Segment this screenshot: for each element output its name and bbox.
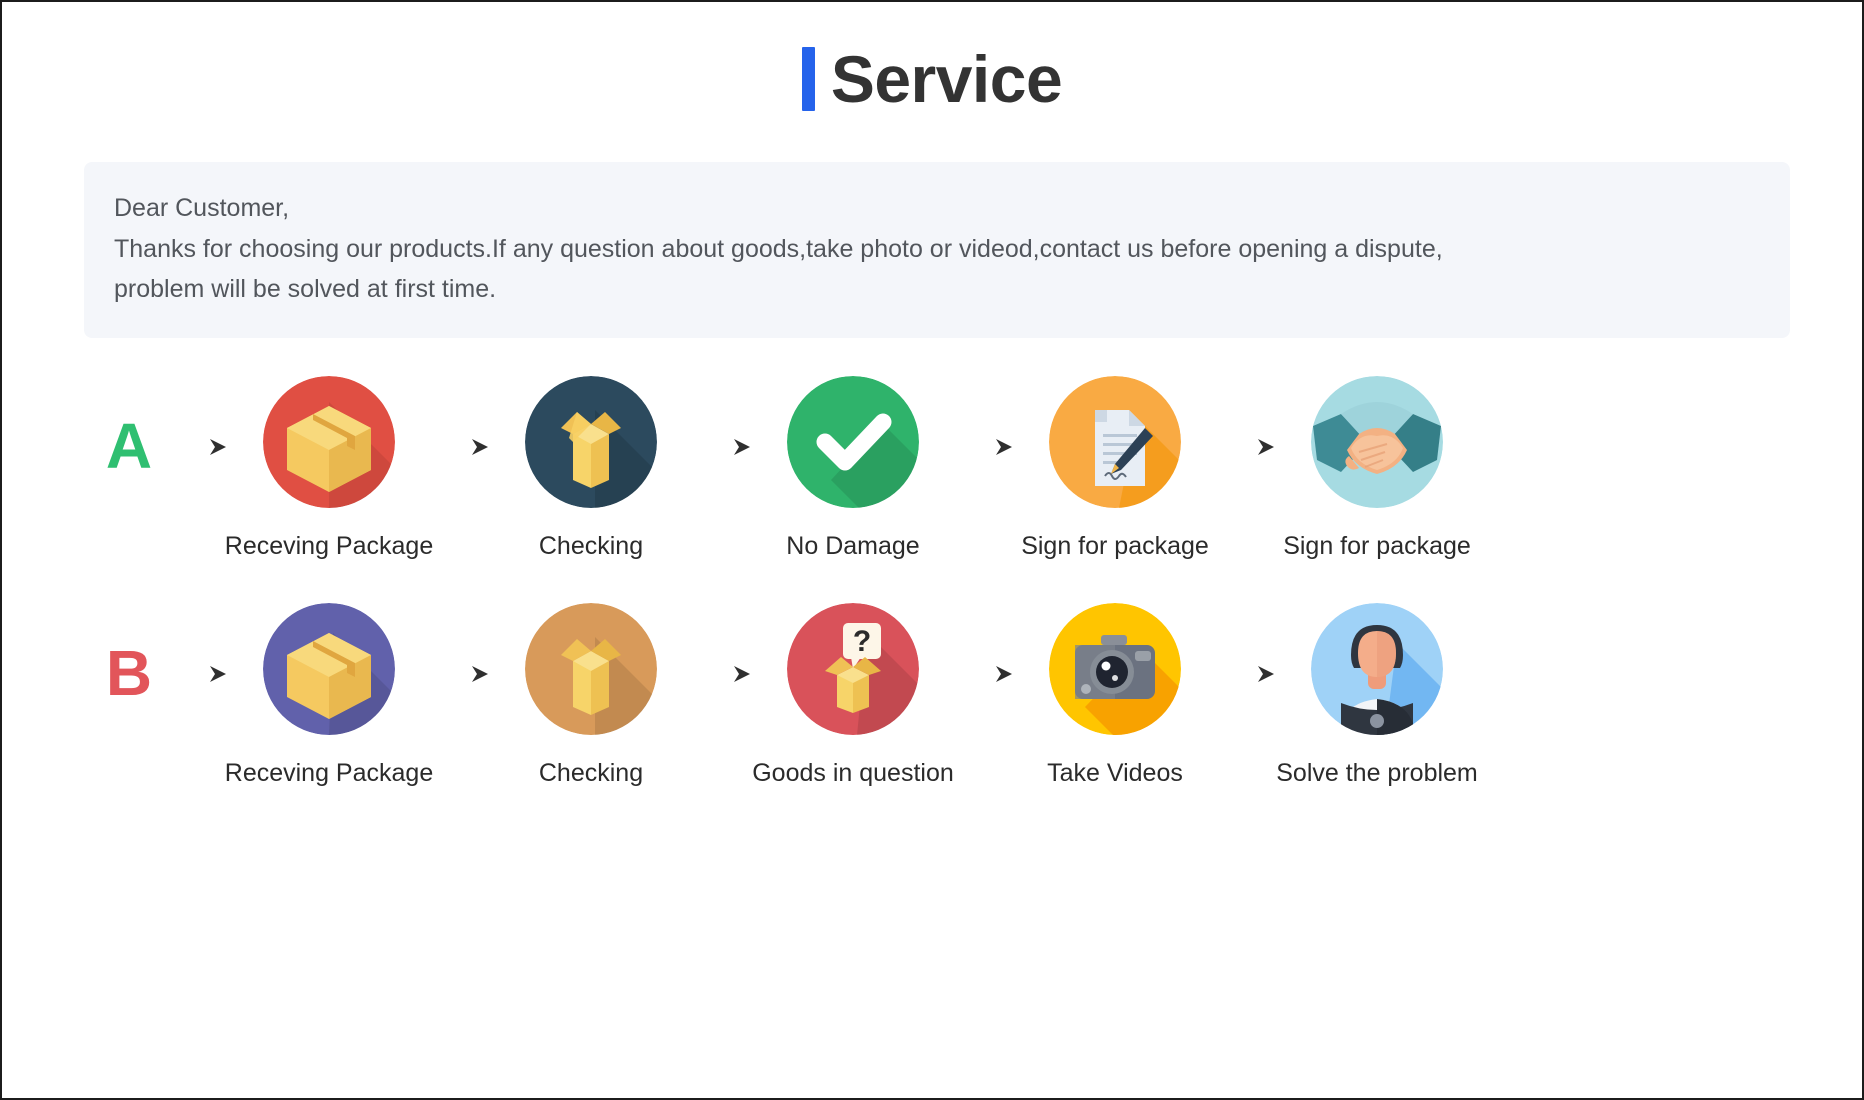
flow-row-a: A Receving Package Checking No Damage Si…: [2, 375, 1862, 561]
open-box-icon: [525, 602, 657, 735]
svg-text:?: ?: [853, 625, 871, 658]
page-title: Service: [2, 46, 1862, 112]
arrow-right-icon: [160, 661, 236, 687]
step-a-5[interactable]: Sign for package: [1283, 375, 1471, 561]
arrow-right-icon: [946, 661, 1022, 687]
service-page: Service Dear Customer, Thanks for choosi…: [0, 0, 1864, 1100]
arrow-right-icon: [946, 434, 1022, 460]
document-pen-icon: [1049, 375, 1181, 508]
closed-box-icon: [263, 602, 395, 735]
open-box-icon: [525, 375, 657, 508]
step-label: Goods in question: [752, 758, 954, 787]
step-label: Checking: [538, 531, 644, 560]
step-b-1[interactable]: Receving Package: [225, 602, 433, 788]
flow-row-b: B Receving Package Checking ? Goods in q…: [2, 602, 1862, 788]
check-mark-icon: [787, 375, 919, 508]
notice-line-3: problem will be solved at first time.: [114, 275, 497, 303]
title-accent-bar: [801, 47, 815, 111]
arrow-right-icon: [1208, 434, 1284, 460]
customer-notice: Dear Customer, Thanks for choosing our p…: [84, 162, 1790, 338]
arrow-right-icon: [160, 434, 236, 460]
page-title-text: Service: [830, 42, 1063, 116]
step-label: Take Videos: [1047, 758, 1183, 787]
step-b-4[interactable]: Take Videos: [1022, 602, 1208, 788]
step-a-2[interactable]: Checking: [498, 375, 684, 561]
step-label: Receving Package: [224, 531, 434, 560]
step-label: Receving Package: [224, 758, 434, 787]
camera-icon: [1049, 602, 1181, 735]
arrow-right-icon: [684, 661, 760, 687]
flow-badge-b: B: [105, 636, 153, 709]
question-box-icon: ?: [787, 602, 919, 735]
step-label: Checking: [538, 758, 644, 787]
step-a-4[interactable]: Sign for package: [1021, 375, 1209, 561]
arrow-right-icon: [1208, 661, 1284, 687]
step-label: Sign for package: [1021, 531, 1209, 560]
step-label: Sign for package: [1283, 531, 1471, 560]
step-a-1[interactable]: Receving Package: [225, 375, 433, 561]
flow-badge-a: A: [105, 409, 153, 482]
step-b-5[interactable]: Solve the problem: [1276, 602, 1478, 788]
handshake-icon: [1311, 375, 1443, 508]
arrow-right-icon: [422, 434, 498, 460]
arrow-right-icon: [684, 434, 760, 460]
arrow-right-icon: [422, 661, 498, 687]
step-label: No Damage: [786, 531, 920, 560]
step-a-3[interactable]: No Damage: [760, 375, 946, 561]
notice-line-2: Thanks for choosing our products.If any …: [114, 234, 1443, 263]
support-agent-icon: [1311, 602, 1443, 735]
closed-box-icon: [263, 375, 395, 508]
step-b-2[interactable]: Checking: [498, 602, 684, 788]
notice-line-1: Dear Customer,: [114, 194, 290, 222]
step-b-3[interactable]: ? Goods in question: [752, 602, 954, 788]
step-label: Solve the problem: [1276, 758, 1478, 787]
